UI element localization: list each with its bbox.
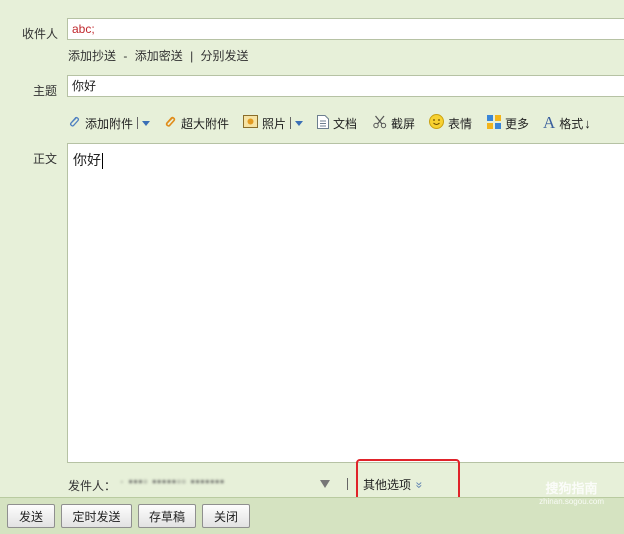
more-label: 更多 (505, 116, 530, 131)
send-button[interactable]: 发送 (7, 504, 55, 528)
recipient-links: 添加抄送 - 添加密送 | 分别发送 (68, 47, 253, 64)
emoji-label: 表情 (448, 116, 473, 131)
sender-label: 发件人： (68, 479, 117, 493)
save-draft-button[interactable]: 存草稿 (138, 504, 196, 528)
more-button[interactable]: 更多 (487, 113, 529, 133)
screenshot-button[interactable]: 截屏 (373, 113, 415, 133)
add-attachment-button[interactable]: 添加附件 (67, 113, 151, 133)
link-bar: | (190, 49, 194, 63)
grid-icon (487, 114, 501, 132)
font-a-icon: A (543, 113, 556, 132)
watermark-text: 搜狗指南 (545, 481, 598, 496)
body-editor[interactable]: 你好 (67, 143, 624, 463)
body-label: 正文 (33, 152, 58, 166)
body-text: 你好 (73, 152, 101, 168)
document-label: 文档 (333, 116, 358, 131)
watermark-logo: 搜狗指南 zhinan.sogou.com (539, 478, 604, 506)
link-dash: - (123, 49, 128, 63)
photo-icon (243, 115, 258, 131)
sender-select[interactable]: · ▪▪▪▫ ▪▪▪▪▪▫▫ ▪▪▪▪▪▪▪ (120, 476, 320, 488)
format-button[interactable]: A 格式 ↓ (543, 113, 591, 133)
photo-label: 照片 (262, 116, 287, 131)
smiley-icon (429, 114, 444, 132)
large-attachment-button[interactable]: 超大附件 (163, 113, 229, 133)
large-attachment-label: 超大附件 (181, 116, 230, 131)
toolbar-separator (290, 117, 292, 129)
to-field[interactable]: abc; (67, 18, 624, 40)
sender-separator (347, 478, 348, 490)
scheduled-send-button[interactable]: 定时发送 (61, 504, 132, 528)
paperclip-icon (67, 115, 81, 132)
close-button[interactable]: 关闭 (202, 504, 250, 528)
format-label: 格式 (559, 116, 584, 131)
format-arrow-icon: ↓ (584, 115, 591, 131)
scissors-icon (373, 115, 387, 132)
text-cursor (102, 153, 103, 170)
subject-label: 主题 (33, 84, 58, 98)
document-button[interactable]: 文档 (317, 113, 357, 133)
separate-send-link[interactable]: 分别发送 (201, 49, 249, 63)
toolbar-separator (137, 117, 139, 129)
attach-dropdown-icon[interactable] (142, 120, 151, 126)
watermark-url: zhinan.sogou.com (539, 497, 604, 506)
to-label: 收件人 (22, 27, 59, 41)
screenshot-label: 截屏 (391, 116, 416, 131)
photo-dropdown-icon[interactable] (295, 120, 304, 126)
add-cc-link[interactable]: 添加抄送 (68, 49, 116, 63)
emoji-button[interactable]: 表情 (429, 113, 472, 133)
sender-dropdown-icon[interactable] (320, 480, 330, 488)
photo-button[interactable]: 照片 (243, 113, 304, 133)
document-icon (317, 114, 329, 132)
subject-field[interactable]: 你好 (67, 75, 624, 97)
add-bcc-link[interactable]: 添加密送 (135, 49, 183, 63)
add-attachment-label: 添加附件 (85, 116, 134, 131)
large-clip-icon (163, 115, 177, 132)
